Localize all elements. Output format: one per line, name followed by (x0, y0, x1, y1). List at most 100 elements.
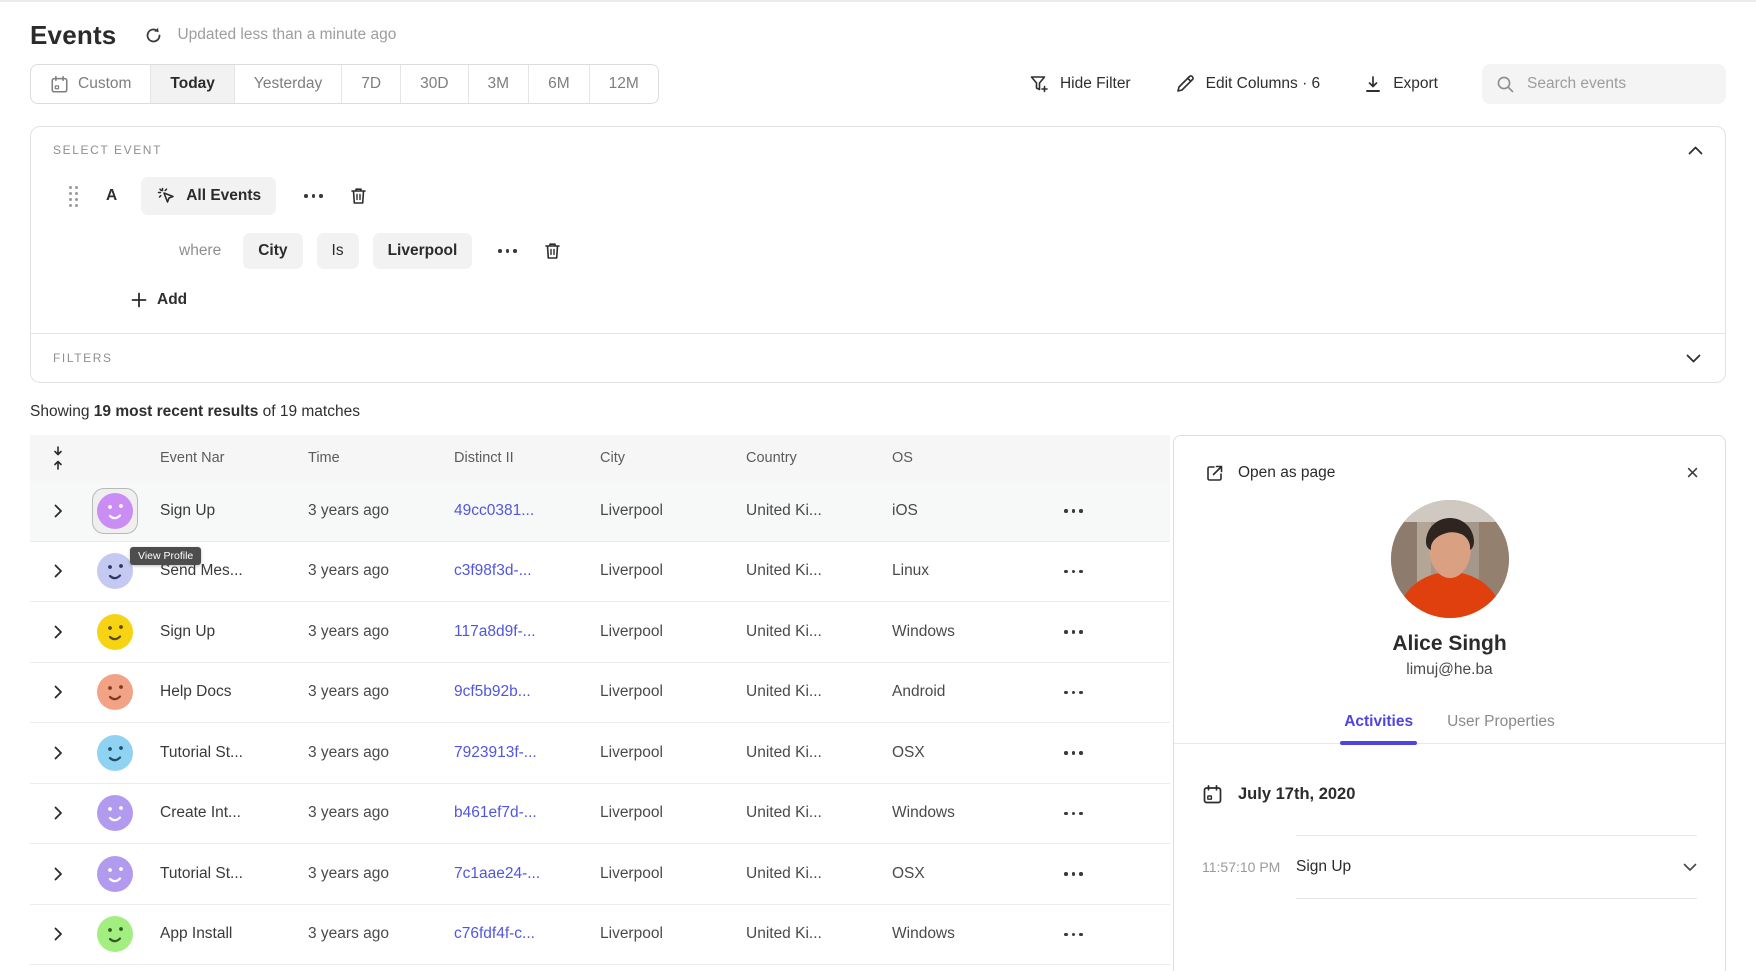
activity-date: July 17th, 2020 (1238, 785, 1355, 804)
row-more-button[interactable] (1052, 509, 1170, 513)
avatar-selected-frame[interactable] (92, 488, 138, 534)
search-input[interactable] (1527, 75, 1712, 93)
date-tab-12m[interactable]: 12M (589, 65, 658, 103)
cell-event-name[interactable]: Sign Up (144, 623, 296, 641)
activity-expander[interactable]: Sign Up (1296, 835, 1697, 899)
row-more-button[interactable] (1052, 691, 1170, 695)
hide-filter-button[interactable]: Hide Filter (1029, 74, 1131, 94)
where-more-button[interactable] (486, 249, 529, 253)
event-more-button[interactable] (292, 194, 335, 198)
row-more-button[interactable] (1052, 570, 1170, 574)
drag-handle-icon[interactable] (69, 186, 78, 207)
avatar[interactable] (97, 735, 133, 771)
all-events-chip[interactable]: All Events (141, 177, 276, 215)
cell-event-name[interactable]: App Install (144, 925, 296, 943)
cell-os: Linux (880, 562, 1026, 580)
avatar[interactable] (97, 916, 133, 952)
cell-distinct-id[interactable]: 49cc0381... (442, 502, 588, 520)
date-tab-3m[interactable]: 3M (468, 65, 529, 103)
expand-row-icon[interactable] (54, 564, 63, 578)
expand-row-icon[interactable] (54, 504, 63, 518)
collapse-all-icon[interactable] (52, 446, 64, 470)
date-tab-today[interactable]: Today (150, 65, 234, 103)
export-button[interactable]: Export (1364, 75, 1438, 94)
close-icon[interactable]: × (1686, 462, 1699, 484)
cell-event-name[interactable]: Tutorial St... (144, 865, 296, 883)
cell-distinct-id[interactable]: 117a8d9f-... (442, 623, 588, 641)
collapse-section-button[interactable] (1688, 146, 1703, 155)
cell-time: 3 years ago (296, 925, 442, 943)
filters-section-toggle[interactable]: FILTERS (31, 334, 1725, 382)
view-profile-tooltip: View Profile (130, 547, 201, 565)
cell-distinct-id[interactable]: 7c1aae24-... (442, 865, 588, 883)
refresh-icon (144, 26, 163, 45)
cell-event-name[interactable]: Sign Up (144, 502, 296, 520)
tab-activities[interactable]: Activities (1344, 713, 1413, 743)
search-box (1482, 64, 1726, 104)
cell-country: United Ki... (734, 804, 880, 822)
date-tab-7d[interactable]: 7D (341, 65, 400, 103)
cell-distinct-id[interactable]: c3f98f3d-... (442, 562, 588, 580)
date-tab-yesterday[interactable]: Yesterday (234, 65, 341, 103)
where-delete-button[interactable] (543, 241, 562, 261)
cell-event-name[interactable]: Create Int... (144, 804, 296, 822)
profile-email: limuj@he.ba (1174, 661, 1725, 679)
tab-user-properties[interactable]: User Properties (1447, 713, 1555, 743)
cell-time: 3 years ago (296, 502, 442, 520)
column-header-os[interactable]: OS (880, 450, 1026, 466)
open-as-page-button[interactable]: Open as page (1204, 463, 1335, 484)
expand-row-icon[interactable] (54, 685, 63, 699)
cell-distinct-id[interactable]: 9cf5b92b... (442, 683, 588, 701)
avatar[interactable] (97, 553, 133, 589)
chevron-up-icon (1688, 146, 1703, 155)
column-header-city[interactable]: City (588, 450, 734, 466)
expand-row-icon[interactable] (54, 806, 63, 820)
date-tab-label: 6M (548, 75, 570, 93)
cell-os: Windows (880, 623, 1026, 641)
cell-city: Liverpool (588, 562, 734, 580)
row-more-button[interactable] (1052, 630, 1170, 634)
row-more-button[interactable] (1052, 751, 1170, 755)
refresh-button[interactable] (144, 26, 163, 45)
chevron-down-icon (1686, 354, 1701, 363)
edit-columns-button[interactable]: Edit Columns · 6 (1175, 74, 1321, 94)
avatar[interactable] (97, 674, 133, 710)
cell-event-name[interactable]: Help Docs (144, 683, 296, 701)
column-header-country[interactable]: Country (734, 450, 880, 466)
expand-row-icon[interactable] (54, 867, 63, 881)
activity-time: 11:57:10 PM (1202, 835, 1296, 899)
row-more-button[interactable] (1052, 933, 1170, 937)
cell-distinct-id[interactable]: 7923913f-... (442, 744, 588, 762)
column-header-event-name[interactable]: Event Nar (144, 450, 296, 466)
add-clause-button[interactable]: Add (131, 291, 1725, 309)
operator-chip[interactable]: Is (317, 233, 359, 269)
cell-distinct-id[interactable]: c76fdf4f-c... (442, 925, 588, 943)
expand-row-icon[interactable] (54, 746, 63, 760)
export-label: Export (1393, 75, 1438, 93)
date-tab-custom[interactable]: Custom (31, 65, 150, 103)
date-range-tabs: CustomTodayYesterday7D30D3M 6M 12M (30, 64, 659, 104)
cell-time: 3 years ago (296, 623, 442, 641)
clause-letter: A (106, 187, 117, 205)
event-delete-button[interactable] (349, 186, 368, 206)
expand-row-icon[interactable] (54, 927, 63, 941)
row-more-button[interactable] (1052, 872, 1170, 876)
property-chip[interactable]: City (243, 233, 302, 269)
column-header-time[interactable]: Time (296, 450, 442, 466)
cell-os: Windows (880, 925, 1026, 943)
search-icon (1496, 75, 1515, 94)
value-chip[interactable]: Liverpool (373, 233, 473, 269)
cell-distinct-id[interactable]: b461ef7d-... (442, 804, 588, 822)
avatar[interactable] (97, 614, 133, 650)
expand-row-icon[interactable] (54, 625, 63, 639)
date-tab-6m[interactable]: 6M (528, 65, 589, 103)
cell-event-name[interactable]: Tutorial St... (144, 744, 296, 762)
avatar[interactable] (97, 795, 133, 831)
date-tab-30d[interactable]: 30D (400, 65, 467, 103)
date-tab-label: 12M (609, 75, 639, 93)
row-more-button[interactable] (1052, 812, 1170, 816)
cell-os: OSX (880, 744, 1026, 762)
column-header-distinct-id[interactable]: Distinct II (442, 450, 588, 466)
avatar[interactable] (97, 856, 133, 892)
cell-country: United Ki... (734, 502, 880, 520)
